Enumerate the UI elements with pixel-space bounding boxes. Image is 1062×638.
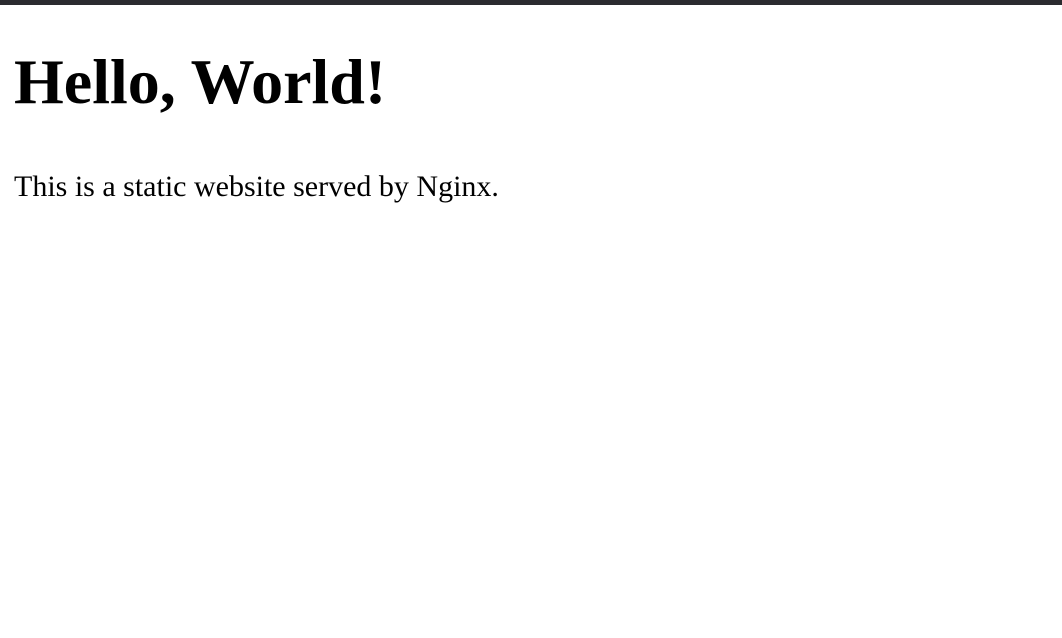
page-paragraph: This is a static website served by Nginx… bbox=[14, 170, 499, 203]
browser-top-border bbox=[0, 0, 1062, 5]
page-title: Hello, World! bbox=[14, 46, 387, 117]
